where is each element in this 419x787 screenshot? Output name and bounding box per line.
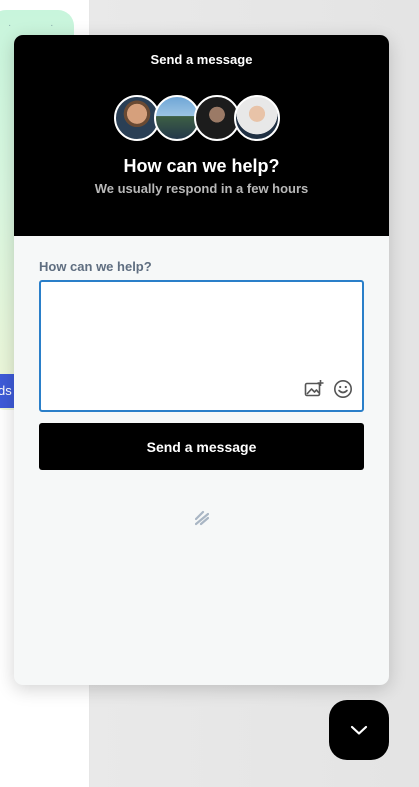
chat-widget: Send a message How can we help? We usual… <box>14 35 389 685</box>
response-time-text: We usually respond in a few hours <box>94 181 309 196</box>
chevron-down-icon <box>350 725 368 735</box>
message-field <box>39 280 364 412</box>
image-add-icon[interactable] <box>304 379 324 399</box>
emoji-icon[interactable] <box>333 379 353 399</box>
team-avatars <box>114 95 280 141</box>
background-dots: · · <box>8 20 72 31</box>
widget-title: Send a message <box>150 52 253 67</box>
message-label: How can we help? <box>39 259 152 274</box>
background-pill-button[interactable]: ds <box>0 374 15 408</box>
launcher-toggle-button[interactable] <box>329 700 389 760</box>
avatar <box>234 95 280 141</box>
widget-heading: How can we help? <box>123 156 280 176</box>
widget-header: Send a message How can we help? We usual… <box>14 35 389 236</box>
brand-logo-icon <box>195 510 209 526</box>
send-message-button[interactable]: Send a message <box>39 423 364 470</box>
